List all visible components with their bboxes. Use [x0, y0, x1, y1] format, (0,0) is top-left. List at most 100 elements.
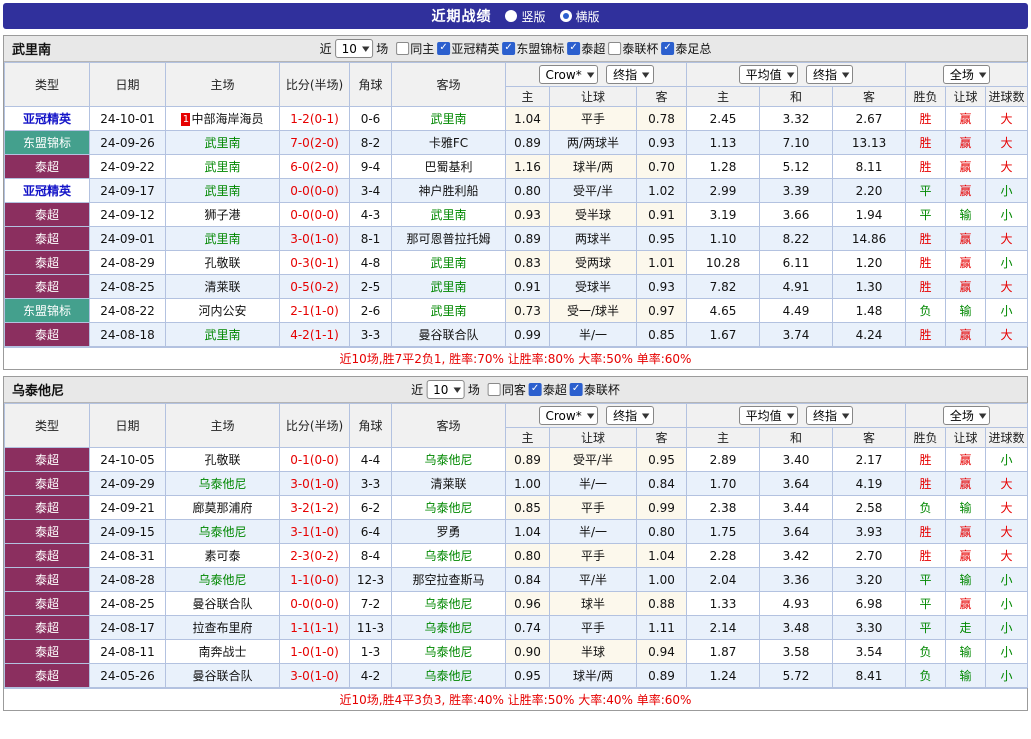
checkbox-icon[interactable]: ✓ — [569, 383, 583, 396]
scope-select[interactable]: 全场 ▼ — [942, 65, 991, 84]
select-value: 全场 — [949, 409, 974, 423]
corner-count: 3-4 — [349, 178, 392, 203]
average-time-select[interactable]: 终指 ▼ — [806, 65, 854, 84]
team-name: 乌泰他尼 — [12, 384, 65, 399]
home-team[interactable]: 南奔战士 — [165, 639, 280, 664]
sub-column-header: 进球数 — [985, 86, 1029, 107]
away-team[interactable]: 卡雅FC — [391, 130, 506, 155]
away-team[interactable]: 武里南 — [391, 202, 506, 227]
away-team[interactable]: 乌泰他尼 — [391, 495, 506, 520]
average-select[interactable]: 平均值 ▼ — [738, 406, 799, 425]
checkbox-icon[interactable]: ✓ — [437, 42, 451, 55]
avg-away: 3.93 — [832, 519, 907, 544]
select-value: 平均值 — [745, 409, 782, 423]
filter-checkbox[interactable]: ✓ 泰联杯 — [569, 381, 620, 398]
odds-time-select[interactable]: 终指 ▼ — [606, 406, 654, 425]
avg-home: 1.67 — [686, 322, 761, 347]
odds-source-select[interactable]: Crow* ▼ — [538, 65, 599, 84]
checkbox-icon[interactable]: ✓ — [528, 383, 542, 396]
home-team-name: 乌泰他尼 — [198, 477, 247, 491]
checkbox-icon[interactable]: ✓ — [567, 42, 581, 55]
avg-away: 1.94 — [832, 202, 907, 227]
home-team[interactable]: 乌泰他尼 — [165, 567, 280, 592]
checkbox-icon[interactable] — [396, 42, 410, 55]
away-team[interactable]: 乌泰他尼 — [391, 543, 506, 568]
away-team[interactable]: 乌泰他尼 — [391, 615, 506, 640]
away-team[interactable]: 巴蜀基利 — [391, 154, 506, 179]
score: 0-1(0-0) — [279, 447, 350, 472]
away-team[interactable]: 武里南 — [391, 298, 506, 323]
home-team[interactable]: 武里南 — [165, 178, 280, 203]
recent-count-select[interactable]: 10 ▼ — [334, 39, 374, 58]
odds-time-select[interactable]: 终指 ▼ — [606, 65, 654, 84]
checkbox-label: 东盟锦标 — [516, 42, 565, 56]
away-team[interactable]: 武里南 — [391, 274, 506, 299]
home-team[interactable]: 武里南 — [165, 226, 280, 251]
home-team[interactable]: 曼谷联合队 — [165, 663, 280, 688]
home-team[interactable]: 孔敬联 — [165, 447, 280, 472]
filter-checkbox[interactable]: ✓ 泰足总 — [661, 40, 711, 57]
recent-count-select[interactable]: 10 ▼ — [426, 380, 465, 399]
home-team[interactable]: 廊莫那浦府 — [165, 495, 280, 520]
away-team[interactable]: 乌泰他尼 — [391, 639, 506, 664]
match-row: 泰超 24-09-15 乌泰他尼 3-1(1-0) 6-4 罗勇 1.04 半/一 0.80 1.… — [4, 519, 1029, 544]
away-team[interactable]: 武里南 — [391, 250, 506, 275]
home-team[interactable]: 武里南 — [165, 154, 280, 179]
league-type-badge: 泰超 — [4, 591, 90, 616]
avg-home: 1.70 — [686, 471, 761, 496]
home-team[interactable]: 素可泰 — [165, 543, 280, 568]
avg-away: 1.48 — [832, 298, 907, 323]
average-select[interactable]: 平均值 ▼ — [738, 65, 799, 84]
home-team[interactable]: 1 中部海岸海员 — [165, 106, 280, 131]
filter-checkbox[interactable]: ✓ 泰超 — [567, 40, 605, 57]
checkbox-icon[interactable]: ✓ — [661, 42, 675, 55]
home-team[interactable]: 乌泰他尼 — [165, 519, 280, 544]
checkbox-icon[interactable]: ✓ — [502, 42, 516, 55]
odds-away: 0.85 — [635, 322, 688, 347]
filter-checkbox[interactable]: 同主 — [396, 40, 434, 57]
odds-away: 0.95 — [635, 447, 688, 472]
select-value: 平均值 — [745, 68, 782, 82]
home-team[interactable]: 狮子港 — [165, 202, 280, 227]
radio-icon[interactable] — [559, 10, 572, 22]
layout-radio-vertical[interactable]: 竖版 — [505, 8, 546, 25]
away-team[interactable]: 乌泰他尼 — [391, 447, 506, 472]
away-team[interactable]: 武里南 — [391, 106, 506, 131]
home-team[interactable]: 武里南 — [165, 322, 280, 347]
checkbox-icon[interactable] — [608, 42, 622, 55]
score: 2-3(0-2) — [279, 543, 350, 568]
home-team[interactable]: 孔敬联 — [165, 250, 280, 275]
away-team[interactable]: 清莱联 — [391, 471, 506, 496]
home-team[interactable]: 乌泰他尼 — [165, 471, 280, 496]
odds-handicap: 平手 — [549, 615, 637, 640]
league-type-badge: 泰超 — [4, 471, 90, 496]
away-team[interactable]: 曼谷联合队 — [391, 322, 506, 347]
average-time-select[interactable]: 终指 ▼ — [806, 406, 854, 425]
away-team[interactable]: 乌泰他尼 — [391, 663, 506, 688]
odds-source-select[interactable]: Crow* ▼ — [538, 406, 599, 425]
league-type-badge: 泰超 — [4, 615, 90, 640]
filter-checkbox[interactable]: ✓ 东盟锦标 — [502, 40, 564, 57]
away-team[interactable]: 罗勇 — [391, 519, 506, 544]
filter-checkbox[interactable]: ✓ 泰超 — [528, 381, 567, 398]
away-team[interactable]: 那可恩普拉托姆 — [391, 226, 506, 251]
scope-select[interactable]: 全场 ▼ — [942, 406, 991, 425]
layout-radio-horizontal[interactable]: 横版 — [559, 8, 600, 25]
home-team[interactable]: 曼谷联合队 — [165, 591, 280, 616]
away-team[interactable]: 神户胜利船 — [391, 178, 506, 203]
odds-home: 0.85 — [505, 495, 550, 520]
result-goals: 小 — [985, 447, 1029, 472]
home-team[interactable]: 拉查布里府 — [165, 615, 280, 640]
avg-draw: 3.44 — [759, 495, 834, 520]
radio-icon[interactable] — [505, 10, 518, 22]
away-team[interactable]: 那空拉查斯马 — [391, 567, 506, 592]
home-team[interactable]: 清莱联 — [165, 274, 280, 299]
filter-checkbox[interactable]: 同客 — [487, 381, 526, 398]
away-team[interactable]: 乌泰他尼 — [391, 591, 506, 616]
filter-checkbox[interactable]: ✓ 亚冠精英 — [437, 40, 499, 57]
result-goals: 小 — [985, 591, 1029, 616]
filter-checkbox[interactable]: 泰联杯 — [608, 40, 658, 57]
checkbox-icon[interactable] — [487, 383, 501, 396]
home-team[interactable]: 武里南 — [165, 130, 280, 155]
home-team[interactable]: 河内公安 — [165, 298, 280, 323]
